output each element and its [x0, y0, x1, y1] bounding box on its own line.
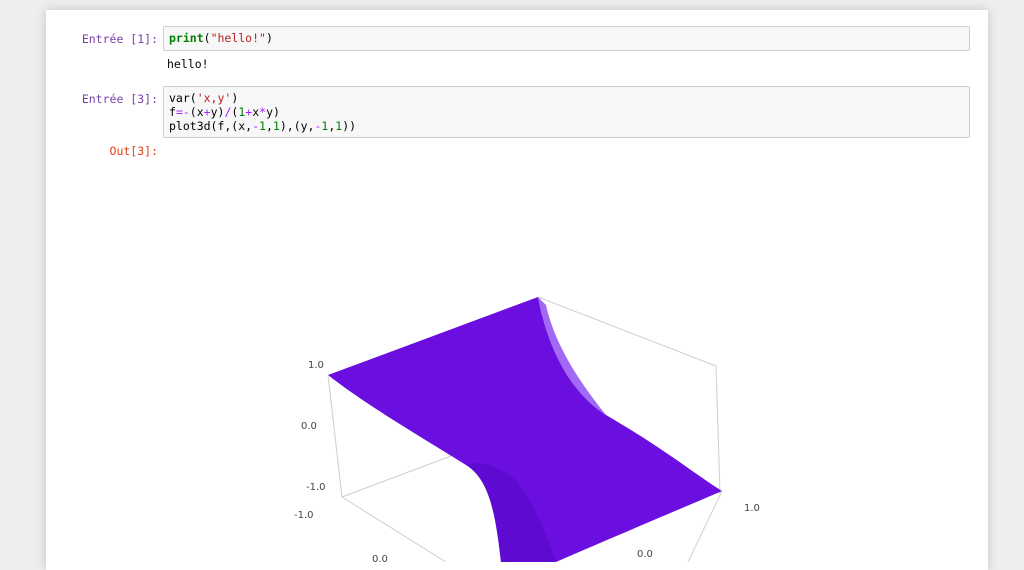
tick-x-mid: 0.0 [637, 549, 653, 560]
tick-y-left: -1.0 [294, 510, 314, 521]
tick-z-top: 1.0 [308, 360, 324, 371]
plot-surface [328, 297, 722, 562]
tick-z-mid: 0.0 [301, 421, 317, 432]
tick-z-bottom: -1.0 [306, 482, 326, 493]
notebook-container: Entrée [1]: print("hello!") hello! Entré… [46, 10, 988, 570]
tick-x-right: 1.0 [744, 503, 760, 514]
plot3d-output[interactable]: 1.0 0.0 -1.0 -1.0 0.0 1.0 0.0 [46, 10, 988, 562]
tick-y-mid: 0.0 [372, 554, 388, 562]
